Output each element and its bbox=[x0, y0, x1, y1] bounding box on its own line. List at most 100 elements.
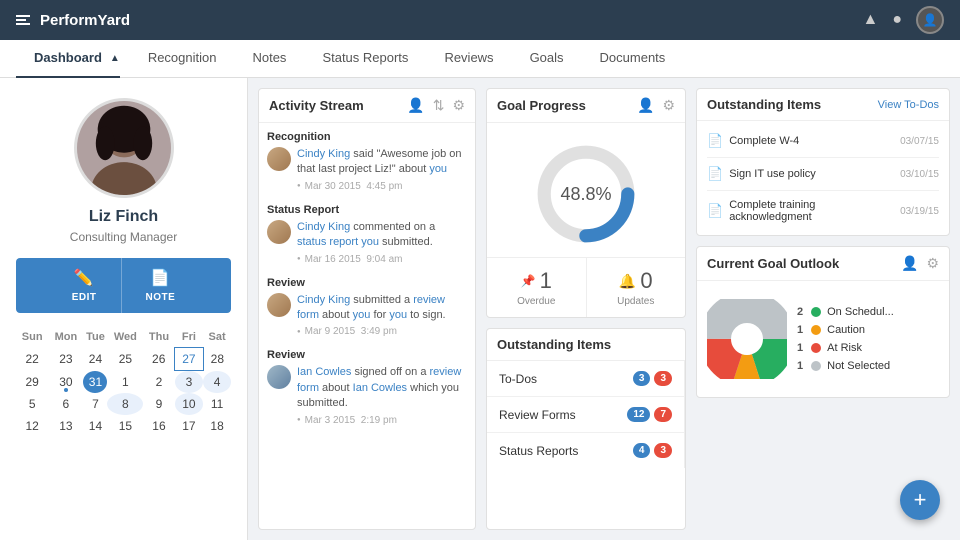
activity-you-link[interactable]: you bbox=[353, 309, 371, 321]
arrow-icon[interactable]: ⇅ bbox=[433, 97, 445, 114]
action-buttons: ✏️ EDIT 📄 NOTE bbox=[16, 258, 231, 313]
activity-ian-link[interactable]: Ian Cowles bbox=[353, 382, 407, 394]
goal-progress-title: Goal Progress bbox=[497, 98, 586, 113]
cal-day[interactable]: 16 bbox=[143, 415, 174, 437]
cal-day[interactable]: 17 bbox=[175, 415, 204, 437]
goal-outlook-header: Current Goal Outlook 👤 ⚙ bbox=[697, 247, 949, 281]
doc-icon: 📄 bbox=[707, 133, 723, 149]
todos-label: To-Dos bbox=[499, 372, 537, 386]
cal-header-wed: Wed bbox=[107, 327, 143, 348]
subnav-item-documents[interactable]: Documents bbox=[582, 40, 684, 78]
todo-text: Complete training acknowledgment bbox=[729, 199, 900, 223]
view-todos-link[interactable]: View To-Dos bbox=[878, 99, 939, 111]
pie-legend: 2 On Schedul... 1 Caution 1 bbox=[797, 306, 894, 372]
legend-dot-green bbox=[811, 307, 821, 317]
cal-day[interactable]: 3 bbox=[175, 371, 204, 394]
review-forms-row: Review Forms 12 7 bbox=[487, 397, 684, 433]
cal-day[interactable]: 25 bbox=[107, 348, 143, 371]
activity-item-status-report: Status Report Cindy King commented on a … bbox=[267, 204, 467, 265]
settings-icon[interactable]: ⚙ bbox=[452, 97, 465, 114]
activity-time: Mar 3 2015 2:19 pm bbox=[297, 415, 467, 426]
cal-day[interactable]: 22 bbox=[16, 348, 48, 371]
cal-day[interactable]: 5 bbox=[16, 393, 48, 415]
subnav-item-notes[interactable]: Notes bbox=[234, 40, 304, 78]
legend-dot-yellow bbox=[811, 325, 821, 335]
main-content: Liz Finch Consulting Manager ✏️ EDIT 📄 N… bbox=[0, 78, 960, 540]
cal-day[interactable]: 9 bbox=[143, 393, 174, 415]
person-icon[interactable]: 👤 bbox=[637, 97, 654, 114]
activity-content: Cindy King submitted a review form about… bbox=[267, 293, 467, 338]
overdue-label: Overdue bbox=[517, 296, 555, 307]
edit-button[interactable]: ✏️ EDIT bbox=[48, 258, 122, 313]
settings-icon[interactable]: ⚙ bbox=[926, 255, 939, 272]
cal-day[interactable]: 6 bbox=[48, 393, 83, 415]
donut-percentage: 48.8% bbox=[560, 184, 611, 205]
pie-chart bbox=[707, 299, 787, 379]
goal-progress-header: Goal Progress 👤 ⚙ bbox=[487, 89, 685, 123]
activity-item-review-1: Review Cindy King submitted a review for… bbox=[267, 277, 467, 338]
cal-day[interactable]: 2 bbox=[143, 371, 174, 394]
subnav-item-reviews[interactable]: Reviews bbox=[426, 40, 511, 78]
note-button[interactable]: 📄 NOTE bbox=[122, 258, 200, 313]
note-icon: 📄 bbox=[150, 268, 170, 288]
user-avatar[interactable]: 👤 bbox=[916, 6, 944, 34]
subnav-arrow: ▲ bbox=[110, 53, 120, 64]
subnav-item-status-reports[interactable]: Status Reports bbox=[304, 40, 426, 78]
globe-icon[interactable]: ● bbox=[892, 11, 902, 29]
activity-you-link[interactable]: you bbox=[429, 163, 447, 175]
activity-time: Mar 16 2015 9:04 am bbox=[297, 254, 467, 265]
todos-badges: 3 3 bbox=[633, 371, 672, 386]
bell-icon: 🔔 bbox=[619, 273, 636, 290]
subnav-item-recognition[interactable]: Recognition bbox=[130, 40, 235, 78]
activity-person-link[interactable]: Ian Cowles bbox=[297, 366, 351, 378]
activity-text: Cindy King said "Awesome job on that las… bbox=[297, 147, 467, 178]
settings-icon[interactable]: ⚙ bbox=[662, 97, 675, 114]
cal-day[interactable]: 7 bbox=[83, 393, 107, 415]
cal-day[interactable]: 12 bbox=[16, 415, 48, 437]
cal-day[interactable]: 4 bbox=[203, 371, 231, 394]
todo-date: 03/19/15 bbox=[900, 206, 939, 217]
activity-person-link[interactable]: Cindy King bbox=[297, 148, 350, 160]
cal-day[interactable]: 14 bbox=[83, 415, 107, 437]
goal-progress-icons: 👤 ⚙ bbox=[637, 97, 675, 114]
cal-day[interactable]: 10 bbox=[175, 393, 204, 415]
fab-button[interactable]: + bbox=[900, 480, 940, 520]
activity-person-link[interactable]: Cindy King bbox=[297, 294, 350, 306]
activity-you-link[interactable]: you bbox=[361, 236, 379, 248]
cal-day[interactable]: 30 bbox=[48, 371, 83, 394]
person-icon[interactable]: 👤 bbox=[407, 97, 424, 114]
status-report-link[interactable]: status report bbox=[297, 236, 358, 248]
legend-item-1: 1 Caution bbox=[797, 324, 894, 336]
cal-day[interactable]: 8 bbox=[107, 393, 143, 415]
activity-you-link2[interactable]: you bbox=[389, 309, 407, 321]
cal-day[interactable]: 11 bbox=[203, 393, 231, 415]
activity-avatar bbox=[267, 293, 291, 317]
outstanding-full-header: Outstanding Items View To-Dos bbox=[697, 89, 949, 121]
todo-text: Complete W-4 bbox=[729, 135, 799, 147]
todos-list: 📄 Complete W-4 03/07/15 📄 Sign IT use po… bbox=[697, 121, 949, 235]
cal-day[interactable]: 27 bbox=[175, 348, 204, 371]
cal-day[interactable]: 28 bbox=[203, 348, 231, 371]
activity-body: Recognition Cindy King said "Awesome job… bbox=[259, 123, 475, 446]
legend-dot-grey bbox=[811, 361, 821, 371]
cal-day[interactable]: 18 bbox=[203, 415, 231, 437]
cal-day[interactable]: 29 bbox=[16, 371, 48, 394]
cal-day[interactable]: 15 bbox=[107, 415, 143, 437]
topbar-icons: ▲ ● 👤 bbox=[862, 6, 944, 34]
outstanding-title: Outstanding Items bbox=[497, 337, 611, 352]
subnav-item-dashboard[interactable]: Dashboard bbox=[16, 40, 120, 78]
upload-icon[interactable]: ▲ bbox=[862, 11, 878, 29]
cal-day[interactable]: 26 bbox=[143, 348, 174, 371]
cal-day[interactable]: 13 bbox=[48, 415, 83, 437]
activity-person-link[interactable]: Cindy King bbox=[297, 221, 350, 233]
cal-day[interactable]: 1 bbox=[107, 371, 143, 394]
user-name: Liz Finch bbox=[89, 208, 158, 226]
subnav-item-goals[interactable]: Goals bbox=[512, 40, 582, 78]
cal-day-today[interactable]: 31 bbox=[83, 371, 107, 394]
cal-day[interactable]: 23 bbox=[48, 348, 83, 371]
todo-item-2: 📄 Sign IT use policy 03/10/15 bbox=[707, 158, 939, 191]
user-avatar-large bbox=[74, 98, 174, 198]
cal-header-sun: Sun bbox=[16, 327, 48, 348]
person-icon[interactable]: 👤 bbox=[901, 255, 918, 272]
cal-day[interactable]: 24 bbox=[83, 348, 107, 371]
